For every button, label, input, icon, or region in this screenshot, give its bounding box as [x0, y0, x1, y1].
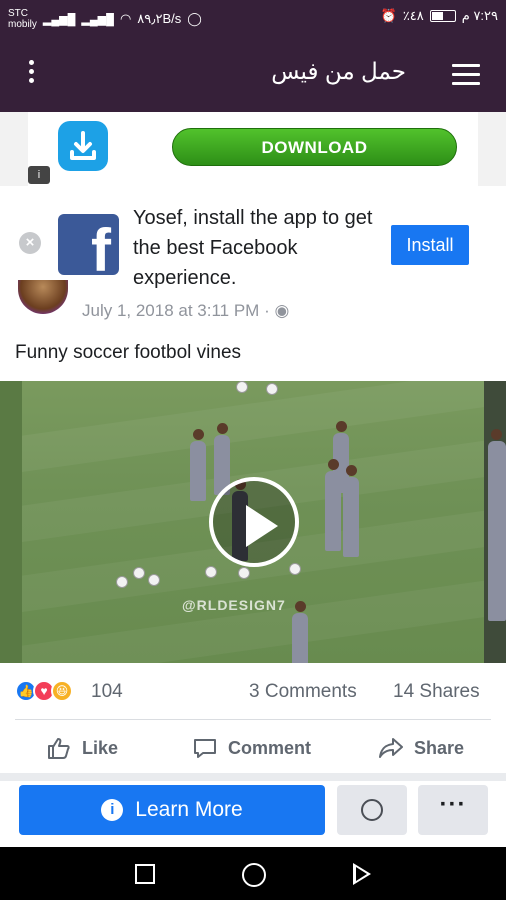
download-app-icon[interactable]	[58, 121, 108, 171]
ad-download-button[interactable]: DOWNLOAD	[172, 128, 457, 166]
download-arrow-icon	[70, 131, 96, 160]
status-left: STC mobily ▂▄▆█ ▂▄▆█ ◠ ٨٩٫٢B/s ◯	[8, 8, 202, 30]
facebook-logo-letter: f	[91, 217, 111, 275]
video-edge-left	[0, 381, 22, 663]
comment-label: Comment	[228, 737, 312, 758]
player-figure	[292, 601, 308, 663]
overflow-menu-icon[interactable]	[26, 60, 36, 88]
share-icon	[379, 738, 403, 758]
ad-content[interactable]: DOWNLOAD	[28, 112, 478, 186]
post-text: Funny soccer footbol vines	[15, 342, 242, 363]
ball	[116, 576, 128, 588]
reaction-icons[interactable]: 👍 ♥ 😆	[15, 680, 73, 702]
post-timestamp[interactable]: July 1, 2018 at 3:11 PM · ◉	[82, 301, 289, 321]
wifi-icon: ◠	[119, 11, 132, 26]
share-button[interactable]: Share	[378, 735, 464, 761]
app-bar: حمل من فيس	[0, 36, 506, 112]
battery-percent: ٪٤٨	[402, 8, 424, 23]
messenger-icon	[361, 799, 383, 821]
ball	[236, 381, 248, 393]
ball	[289, 563, 301, 575]
post-actions: Like Comment Share	[0, 725, 506, 771]
avatar[interactable]	[18, 280, 68, 314]
carrier-bottom: mobily	[8, 19, 37, 30]
whatsapp-icon: ◯	[187, 11, 202, 26]
ball	[238, 567, 250, 579]
install-message: Yosef, install the app to get the best F…	[133, 207, 373, 289]
player-figure	[325, 459, 341, 551]
comment-icon	[194, 739, 216, 758]
home-icon[interactable]	[242, 863, 266, 887]
ball	[266, 383, 278, 395]
carrier-label: STC mobily	[8, 8, 37, 30]
like-button[interactable]: Like	[46, 735, 118, 761]
install-app-prompt: × f Yosef, install the app to get the be…	[0, 187, 506, 292]
post-header: July 1, 2018 at 3:11 PM · ◉	[0, 280, 506, 332]
status-bar: STC mobily ▂▄▆█ ▂▄▆█ ◠ ٨٩٫٢B/s ◯ ⏰ ٪٤٨ ٧…	[0, 0, 506, 36]
haha-reaction-icon: 😆	[51, 680, 73, 702]
carrier-top: STC	[8, 8, 28, 19]
video-player[interactable]: @RLDESIGN7	[0, 381, 506, 663]
back-icon[interactable]	[353, 863, 371, 885]
app-title: حمل من فيس	[271, 58, 406, 84]
learn-more-label: Learn More	[135, 798, 243, 821]
network-speed: ٨٩٫٢B/s	[137, 11, 182, 26]
ad-banner[interactable]: DOWNLOAD i	[0, 112, 506, 186]
share-label: Share	[414, 737, 465, 758]
close-icon[interactable]: ×	[19, 232, 41, 254]
like-label: Like	[82, 737, 119, 758]
signal-icon: ▂▄▆█	[42, 13, 76, 26]
messenger-button[interactable]	[337, 785, 407, 835]
ball	[205, 566, 217, 578]
player-figure	[190, 429, 206, 501]
reactions-bar: 👍 ♥ 😆 104 3 Comments 14 Shares	[0, 672, 506, 712]
facebook-logo-icon: f	[58, 214, 119, 275]
player-figure	[343, 465, 359, 557]
hamburger-menu-icon[interactable]	[452, 64, 480, 86]
recent-apps-icon[interactable]	[135, 864, 155, 884]
comments-count[interactable]: 3 Comments	[249, 681, 357, 703]
cta-row: i Learn More ···	[0, 781, 506, 847]
play-button-icon[interactable]	[209, 477, 299, 567]
status-right: ⏰ ٪٤٨ ٧:٢٩ م	[381, 8, 498, 24]
section-separator	[0, 773, 506, 781]
video-watermark: @RLDESIGN7	[182, 597, 286, 613]
ad-info-icon[interactable]: i	[28, 166, 50, 184]
shares-count[interactable]: 14 Shares	[393, 681, 480, 703]
reactions-count[interactable]: 104	[91, 681, 123, 703]
battery-icon	[429, 10, 456, 22]
install-button[interactable]: Install	[391, 225, 469, 265]
clock: ٧:٢٩ م	[461, 8, 498, 23]
more-options-button[interactable]: ···	[418, 785, 488, 835]
signal-icon-2: ▂▄▆█	[81, 13, 114, 26]
system-nav-bar	[0, 847, 506, 900]
divider	[15, 719, 491, 720]
ball	[133, 567, 145, 579]
info-icon: i	[101, 799, 124, 821]
ball	[148, 574, 160, 586]
learn-more-button[interactable]: i Learn More	[19, 785, 325, 835]
alarm-icon: ⏰	[380, 8, 397, 23]
thumbs-up-icon	[48, 738, 70, 759]
comment-button[interactable]: Comment	[192, 735, 311, 761]
player-figure	[488, 429, 506, 621]
